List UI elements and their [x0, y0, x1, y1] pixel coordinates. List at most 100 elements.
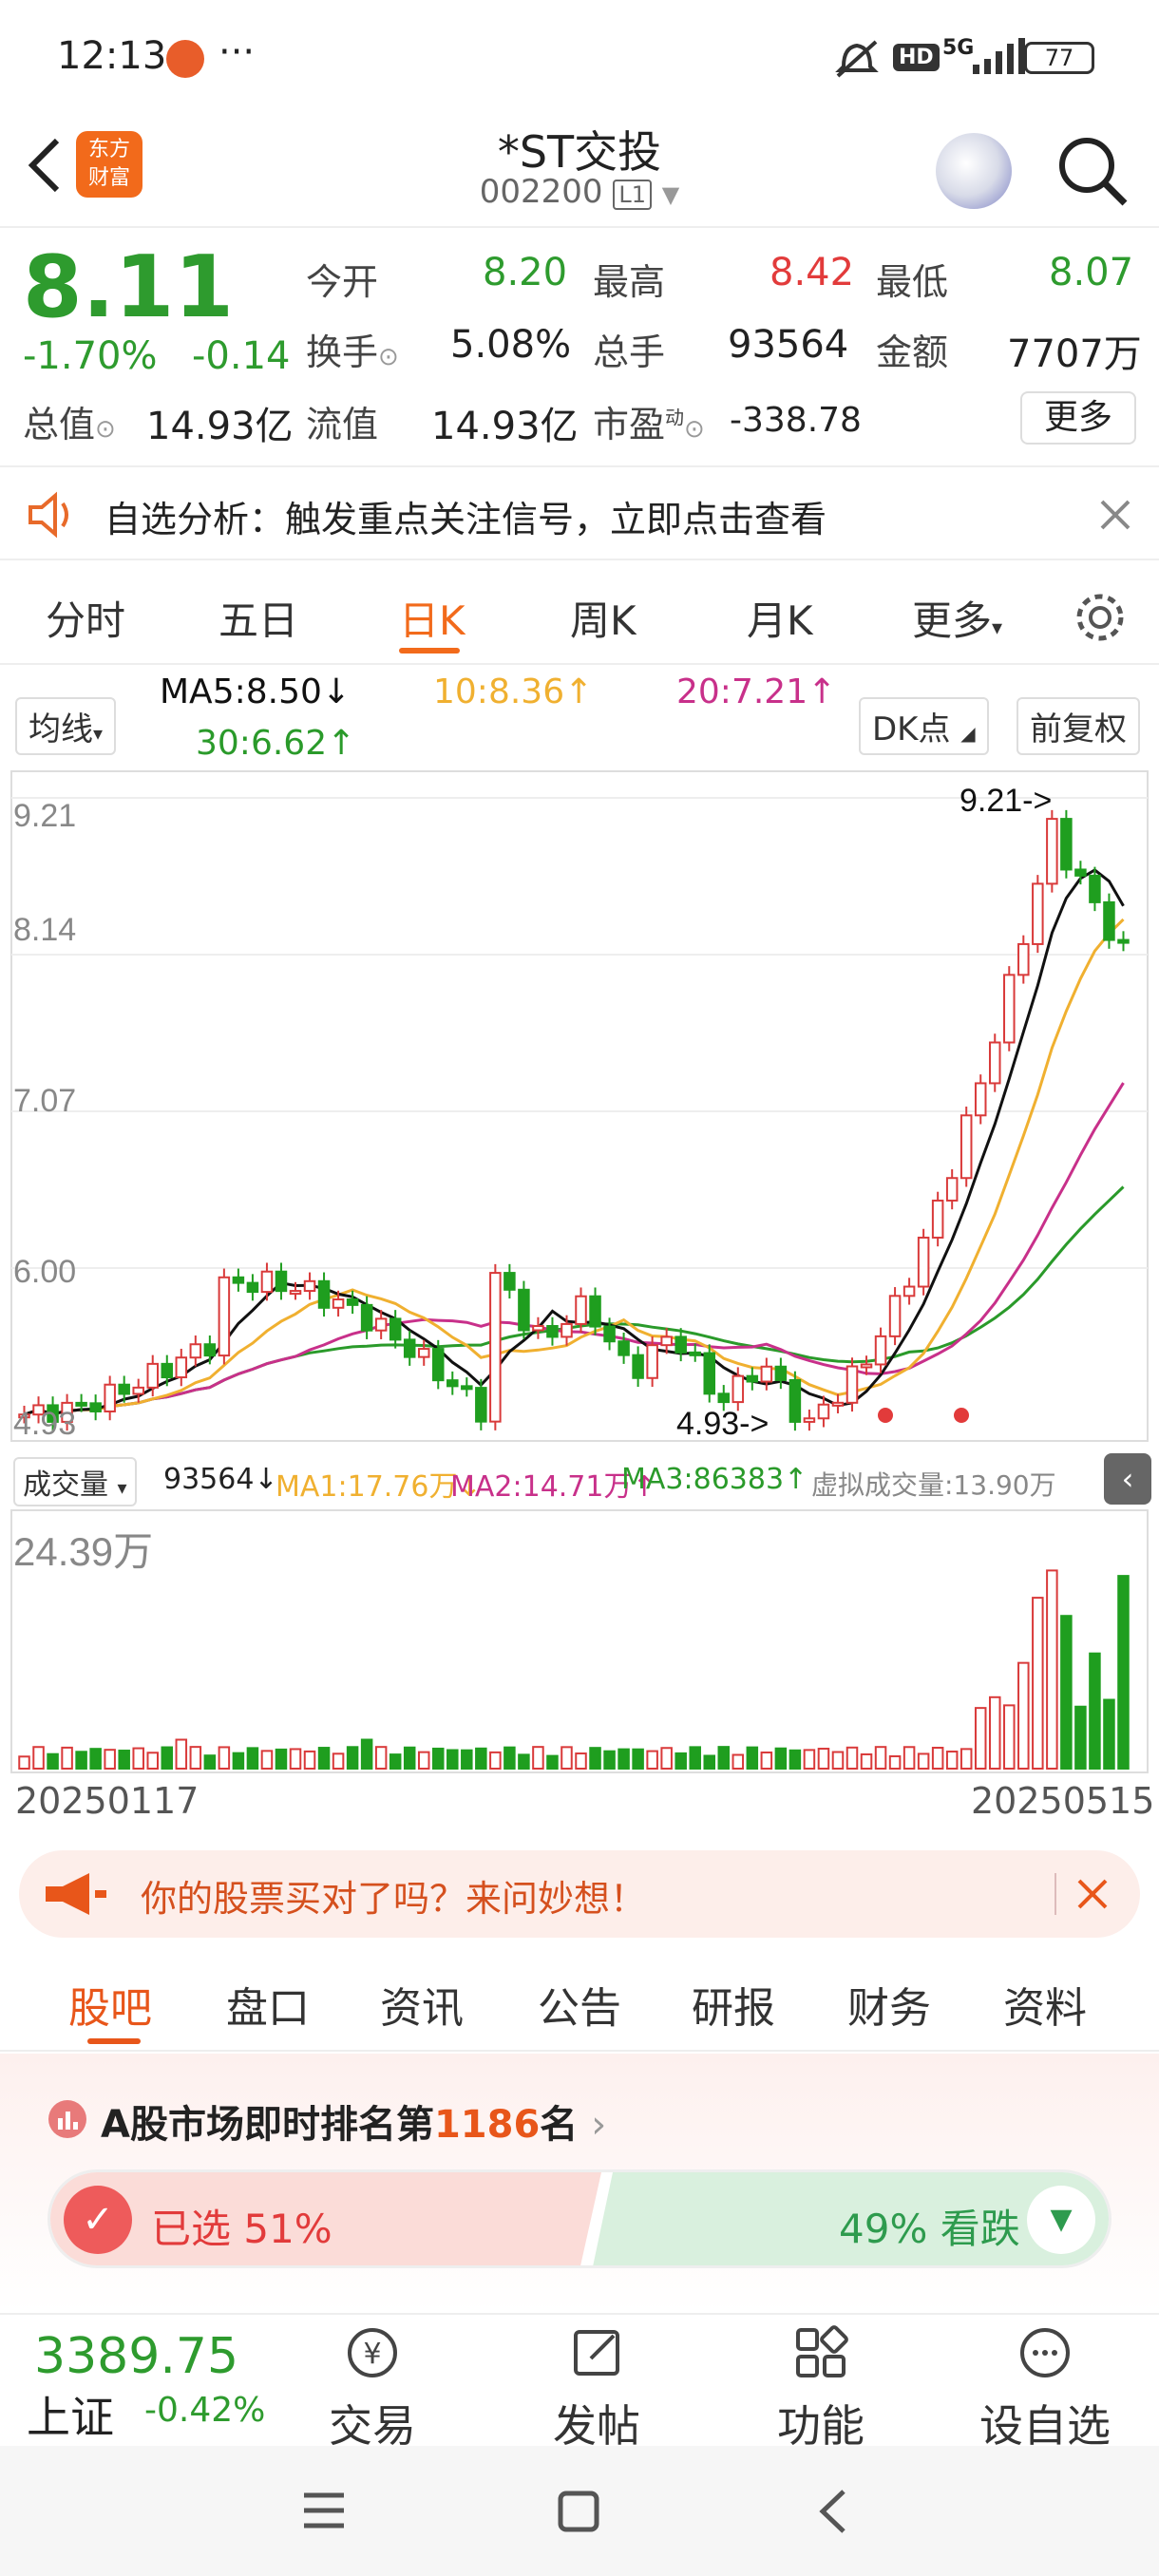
tab-research[interactable]: 研报 [692, 1974, 775, 2035]
checkmark-icon[interactable]: ✓ [64, 2186, 132, 2254]
volume-bar [717, 1746, 731, 1770]
ranking-text[interactable]: A股市场即时排名第1186名 › [101, 2093, 606, 2149]
ranking-panel: A股市场即时排名第1186名 › ✓ 已选 51% 49% 看跌 ▼ [0, 2054, 1159, 2312]
y-tick-label: 7.07 [13, 1083, 76, 1119]
grid-icon [796, 2325, 848, 2377]
open-value: 8.20 [483, 251, 568, 294]
volume-ma3: MA3:86383↑ [621, 1463, 808, 1496]
volume-bar [546, 1754, 559, 1770]
candle-body [817, 1403, 830, 1420]
amount-value: 7707万 [1007, 332, 1142, 376]
corner-icon: ◢ [960, 722, 976, 745]
close-icon[interactable] [1098, 498, 1132, 532]
volume-bar [760, 1752, 773, 1771]
volume-bar [118, 1750, 130, 1771]
candle-body [945, 1177, 959, 1202]
volume-chart[interactable]: 24.39万 [0, 1508, 1159, 1774]
candle-body [618, 1340, 630, 1356]
info-icon[interactable]: ⊙ [378, 343, 399, 371]
analysis-text: 自选分析：触发重点关注信号，立即点击查看 [104, 499, 827, 540]
add-watchlist-button[interactable]: 设自选 [950, 2324, 1140, 2454]
candle-body [417, 1348, 430, 1358]
tab-monthly-k[interactable]: 月K [747, 589, 813, 647]
candle-body [132, 1386, 144, 1395]
more-button[interactable]: 更多 [1020, 391, 1136, 445]
index-change: -0.42% [144, 2391, 266, 2430]
gear-icon[interactable] [1074, 591, 1127, 644]
volume-bar [18, 1755, 30, 1770]
info-icon[interactable]: ⊙ [684, 415, 705, 444]
volume-bar [974, 1707, 987, 1770]
volume-value: 93564 [728, 323, 849, 367]
vote-up-label[interactable]: 已选 51% [151, 2197, 332, 2255]
collapse-panel-button[interactable]: ‹ [1104, 1453, 1151, 1505]
candle-body [303, 1279, 316, 1293]
candle-body [674, 1335, 687, 1354]
pe-label: 市盈动⊙ [593, 404, 705, 445]
tab-daily-k[interactable]: 日K [399, 589, 466, 647]
signal-dot [878, 1408, 893, 1423]
volume-bar [389, 1753, 402, 1770]
menu-icon[interactable] [302, 2490, 346, 2531]
index-value[interactable]: 3389.75 [34, 2328, 238, 2385]
volume-bar [275, 1748, 288, 1771]
volume-bar [603, 1750, 616, 1770]
volume-bar [817, 1748, 830, 1771]
amount-label: 金额 [876, 331, 949, 373]
volume-bar [203, 1754, 217, 1771]
notification-icon [166, 40, 204, 78]
candle-body [1074, 868, 1087, 877]
ma-selector[interactable]: 均线▾ [15, 697, 117, 755]
home-icon[interactable] [557, 2490, 600, 2533]
volume-bar [1046, 1569, 1058, 1771]
volume-current: 93564↓ [163, 1463, 278, 1496]
adjust-selector[interactable]: 前复权 [1016, 697, 1140, 755]
analysis-banner[interactable]: 自选分析：触发重点关注信号，立即点击查看 [0, 465, 1159, 560]
vote-down-label[interactable]: 49% 看跌 [839, 2197, 1020, 2255]
candle-body [1117, 938, 1130, 944]
tab-five-day[interactable]: 五日 [218, 589, 298, 647]
function-button[interactable]: 功能 [726, 2324, 916, 2454]
ma10-value: 10:8.36↑ [433, 672, 594, 711]
tab-more[interactable]: 更多▾ [912, 589, 1002, 647]
candle-body [1003, 974, 1016, 1044]
candle-body [1032, 882, 1044, 945]
candle-body [660, 1335, 673, 1347]
candle-body [803, 1417, 816, 1423]
volume-bar [703, 1754, 716, 1770]
kline-chart[interactable]: 9.21 8.14 7.07 6.00 4.93 9.21-> 4.93-> [0, 769, 1159, 1449]
candle-body [461, 1385, 473, 1391]
candle-body [532, 1325, 544, 1332]
candle-body [374, 1317, 388, 1332]
speaker-icon [28, 491, 68, 539]
volume-bar [732, 1753, 745, 1771]
volume-bar [860, 1752, 873, 1771]
tab-profile[interactable]: 资料 [1003, 1974, 1087, 2035]
volume-bar [632, 1748, 644, 1771]
triangle-down-icon[interactable]: ▼ [1027, 2186, 1095, 2254]
tab-intraday[interactable]: 分时 [46, 589, 125, 647]
search-icon[interactable] [1054, 133, 1130, 209]
info-icon[interactable]: ⊙ [95, 415, 116, 444]
volume-bar [475, 1747, 487, 1770]
tab-weekly-k[interactable]: 周K [570, 589, 636, 647]
tab-news[interactable]: 资讯 [380, 1974, 464, 2035]
tab-finance[interactable]: 财务 [847, 1974, 931, 2035]
chevron-down-icon: ▾ [992, 616, 1003, 640]
pe-sup: 动 [665, 406, 685, 429]
y-tick-label: 9.21 [13, 798, 76, 834]
trade-button[interactable]: ¥ 交易 [277, 2324, 467, 2454]
candle-body [246, 1281, 259, 1294]
post-button[interactable]: 发帖 [502, 2324, 692, 2454]
tab-announcements[interactable]: 公告 [538, 1974, 621, 2035]
ma-line [24, 1082, 1125, 1416]
tab-guba[interactable]: 股吧 [68, 1974, 152, 2035]
tab-pankou[interactable]: 盘口 [226, 1974, 310, 2035]
ask-banner[interactable]: 你的股票买对了吗？来问妙想！ [19, 1850, 1140, 1938]
chart-bars-icon [48, 2100, 86, 2138]
volume-selector[interactable]: 成交量 ▾ [13, 1457, 137, 1506]
back-nav-icon[interactable] [815, 2488, 849, 2535]
dk-point-toggle[interactable]: DK点 ◢ [859, 697, 989, 755]
assistant-avatar[interactable] [936, 133, 1012, 209]
close-icon[interactable] [1075, 1877, 1110, 1911]
